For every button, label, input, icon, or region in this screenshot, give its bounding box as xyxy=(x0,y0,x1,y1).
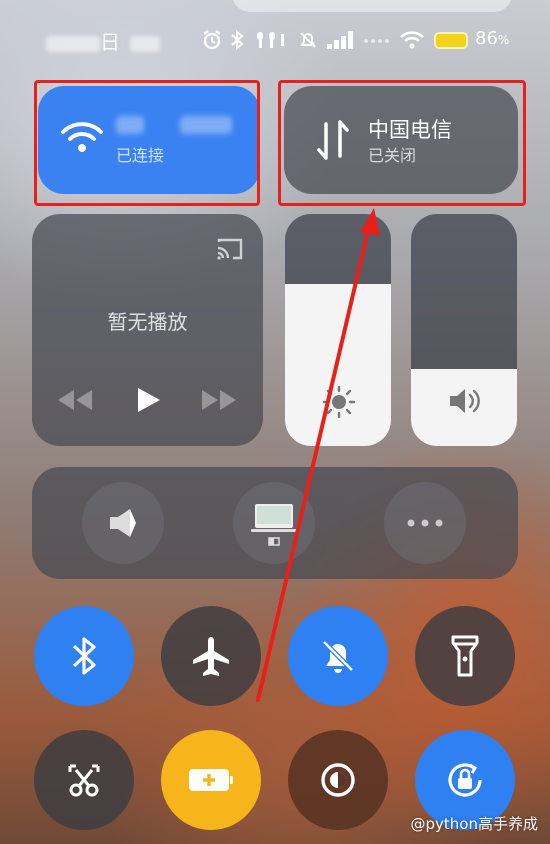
watermark-text: @python高手养成 xyxy=(410,815,538,833)
annotation-arrow xyxy=(256,208,380,702)
